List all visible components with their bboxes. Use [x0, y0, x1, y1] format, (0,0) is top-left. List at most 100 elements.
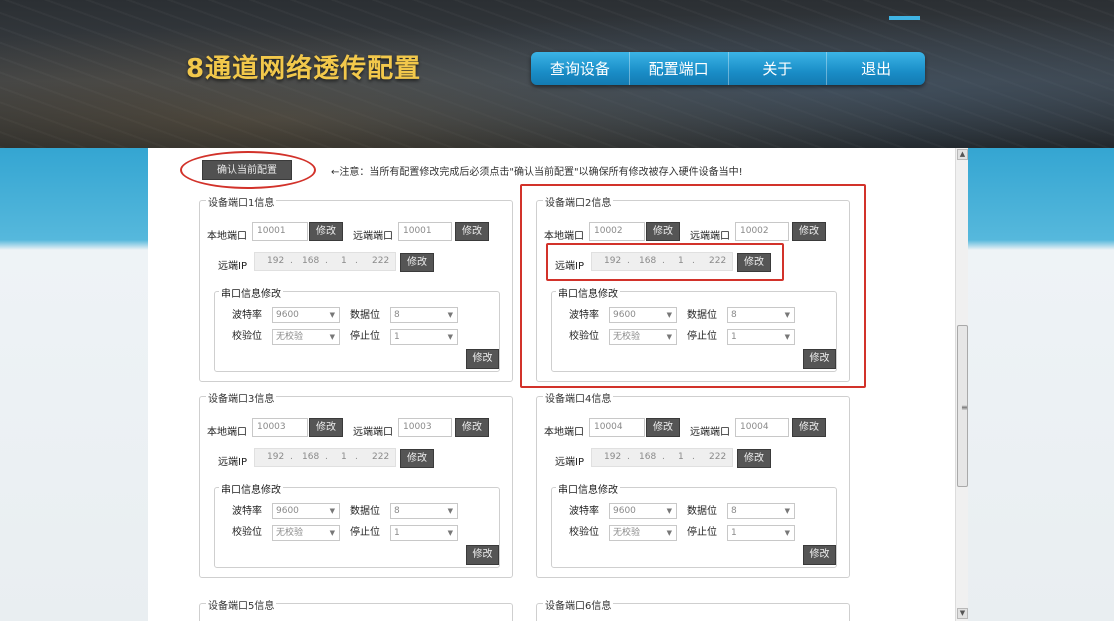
- serial-modify-button[interactable]: 修改: [803, 545, 836, 565]
- parity-select[interactable]: 无校验 ▼: [272, 329, 340, 345]
- port-group-title: 设备端口4信息: [543, 390, 614, 405]
- ip-dot: .: [290, 256, 293, 266]
- ip-octet-4: 222: [372, 452, 390, 462]
- remote-ip-input[interactable]: 192. 168. 1. 222: [591, 448, 733, 467]
- nav-logout[interactable]: 退出: [827, 52, 925, 85]
- baud-label: 波特率: [232, 506, 262, 517]
- ip-octet-1: 192: [267, 452, 285, 462]
- local-port-label: 本地端口: [207, 427, 247, 438]
- ip-dot: .: [662, 452, 665, 462]
- parity-value: 无校验: [613, 528, 641, 538]
- remote-port-input[interactable]: 10004: [735, 418, 789, 437]
- stop-bits-label: 停止位: [350, 331, 380, 342]
- config-panel: 确认当前配置 ←注意：当所有配置修改完成后必须点击"确认当前配置"以确保所有修改…: [148, 148, 968, 621]
- serial-modify-button[interactable]: 修改: [466, 349, 499, 369]
- remote-ip-label: 远端IP: [218, 261, 247, 272]
- chevron-down-icon: ▼: [329, 507, 335, 515]
- local-port-label: 本地端口: [207, 231, 247, 242]
- top-nav: 查询设备 配置端口 关于 退出: [531, 52, 925, 85]
- local-port-modify-button[interactable]: 修改: [646, 418, 680, 437]
- scroll-down-icon[interactable]: ▼: [957, 608, 968, 619]
- remote-port-label: 远端端口: [353, 427, 393, 438]
- remote-port-label: 远端端口: [690, 427, 730, 438]
- ip-octet-4: 222: [372, 256, 390, 266]
- data-bits-select[interactable]: 8 ▼: [727, 503, 795, 519]
- nav-about[interactable]: 关于: [729, 52, 828, 85]
- ip-octet-3: 1: [341, 256, 347, 266]
- remote-ip-modify-button[interactable]: 修改: [400, 449, 434, 468]
- data-bits-label: 数据位: [350, 506, 380, 517]
- chevron-down-icon: ▼: [447, 311, 453, 319]
- remote-port-modify-button[interactable]: 修改: [455, 418, 489, 437]
- app-title: 8通道网络透传配置: [186, 54, 422, 84]
- remote-port-modify-button[interactable]: 修改: [792, 418, 826, 437]
- remote-ip-input[interactable]: 192. 168. 1. 222: [254, 448, 396, 467]
- chevron-down-icon: ▼: [784, 529, 790, 537]
- remote-ip-label: 远端IP: [218, 457, 247, 468]
- remote-ip-input[interactable]: 192. 168. 1. 222: [254, 252, 396, 271]
- header-accent-bar: [889, 16, 920, 20]
- remote-ip-modify-button[interactable]: 修改: [737, 449, 771, 468]
- ip-octet-3: 1: [341, 452, 347, 462]
- data-bits-select[interactable]: 8 ▼: [390, 503, 458, 519]
- parity-label: 校验位: [232, 527, 262, 538]
- parity-value: 无校验: [276, 528, 304, 538]
- scroll-up-icon[interactable]: ▲: [957, 149, 968, 160]
- data-bits-select[interactable]: 8 ▼: [390, 307, 458, 323]
- vertical-scrollbar[interactable]: ▲ ≡ ▼: [955, 148, 968, 621]
- parity-value: 无校验: [276, 332, 304, 342]
- ip-dot: .: [290, 452, 293, 462]
- port-group-5: 设备端口5信息: [199, 597, 513, 621]
- stop-bits-select[interactable]: 1 ▼: [727, 525, 795, 541]
- baud-select[interactable]: 9600 ▼: [272, 307, 340, 323]
- grip-icon: ≡: [961, 403, 968, 412]
- chevron-down-icon: ▼: [666, 529, 672, 537]
- serial-section-title: 串口信息修改: [556, 481, 620, 496]
- remote-ip-modify-button[interactable]: 修改: [400, 253, 434, 272]
- remote-port-modify-button[interactable]: 修改: [455, 222, 489, 241]
- remote-port-label: 远端端口: [353, 231, 393, 242]
- remote-port-input[interactable]: 10001: [398, 222, 452, 241]
- serial-settings-group: 串口信息修改 波特率 9600 ▼ 数据位 8 ▼ 校验位 无校验 ▼ 停止位 1 ▼ 修改: [214, 285, 500, 372]
- parity-select[interactable]: 无校验 ▼: [272, 525, 340, 541]
- parity-select[interactable]: 无校验 ▼: [609, 525, 677, 541]
- stop-bits-value: 1: [731, 528, 737, 538]
- serial-section-title: 串口信息修改: [219, 285, 283, 300]
- chevron-down-icon: ▼: [329, 529, 335, 537]
- scroll-thumb[interactable]: ≡: [957, 325, 968, 487]
- local-port-modify-button[interactable]: 修改: [309, 222, 343, 241]
- highlight-rect-port2: [520, 184, 866, 388]
- stop-bits-select[interactable]: 1 ▼: [390, 329, 458, 345]
- remote-port-input[interactable]: 10003: [398, 418, 452, 437]
- parity-label: 校验位: [232, 331, 262, 342]
- stop-bits-label: 停止位: [350, 527, 380, 538]
- ip-dot: .: [355, 452, 358, 462]
- chevron-down-icon: ▼: [447, 333, 453, 341]
- port-group-title: 设备端口6信息: [543, 597, 614, 612]
- stop-bits-select[interactable]: 1 ▼: [390, 525, 458, 541]
- ip-octet-3: 1: [678, 452, 684, 462]
- baud-value: 9600: [613, 506, 636, 516]
- data-bits-label: 数据位: [350, 310, 380, 321]
- baud-value: 9600: [276, 506, 299, 516]
- nav-query-device[interactable]: 查询设备: [531, 52, 630, 85]
- baud-select[interactable]: 9600 ▼: [609, 503, 677, 519]
- stop-bits-value: 1: [394, 528, 400, 538]
- chevron-down-icon: ▼: [447, 507, 453, 515]
- header-banner: 8通道网络透传配置 查询设备 配置端口 关于 退出: [0, 0, 1114, 148]
- local-port-input[interactable]: 10004: [589, 418, 645, 437]
- local-port-input[interactable]: 10001: [252, 222, 308, 241]
- confirm-notice: ←注意：当所有配置修改完成后必须点击"确认当前配置"以确保所有修改被存入硬件设备…: [331, 167, 743, 178]
- baud-select[interactable]: 9600 ▼: [272, 503, 340, 519]
- local-port-input[interactable]: 10003: [252, 418, 308, 437]
- ip-dot: .: [355, 256, 358, 266]
- ip-octet-4: 222: [709, 452, 727, 462]
- data-bits-value: 8: [731, 506, 737, 516]
- port-group-6: 设备端口6信息: [536, 597, 850, 621]
- local-port-modify-button[interactable]: 修改: [309, 418, 343, 437]
- serial-modify-button[interactable]: 修改: [466, 545, 499, 565]
- baud-value: 9600: [276, 310, 299, 320]
- nav-config-port[interactable]: 配置端口: [630, 52, 729, 85]
- port-group-1: 设备端口1信息 本地端口 10001 修改 远端端口 10001 修改 远端IP 192. 168…: [199, 194, 513, 382]
- stop-bits-label: 停止位: [687, 527, 717, 538]
